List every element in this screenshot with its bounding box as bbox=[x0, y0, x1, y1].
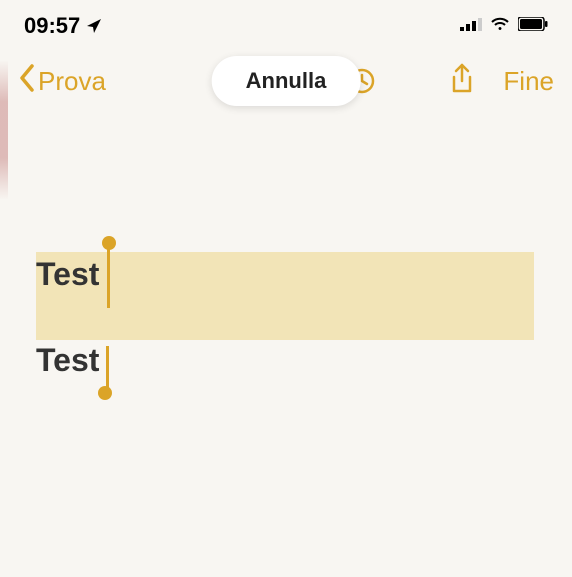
note-text-area[interactable]: Test Test bbox=[0, 114, 99, 381]
note-line-1: Test bbox=[36, 254, 99, 296]
selection-handle-end[interactable] bbox=[98, 346, 112, 400]
cancel-label: Annulla bbox=[246, 68, 327, 93]
status-right bbox=[460, 17, 548, 36]
wifi-icon bbox=[490, 17, 510, 36]
back-button[interactable]: Prova bbox=[18, 64, 106, 99]
location-arrow-icon bbox=[86, 18, 102, 34]
status-bar: 09:57 bbox=[0, 0, 572, 48]
cellular-signal-icon bbox=[460, 17, 482, 36]
done-button[interactable]: Fine bbox=[503, 66, 554, 97]
back-label: Prova bbox=[38, 66, 106, 97]
status-time: 09:57 bbox=[24, 13, 80, 39]
status-left: 09:57 bbox=[24, 13, 102, 39]
battery-icon bbox=[518, 17, 548, 36]
toolbar: Prova Annulla Fine bbox=[0, 48, 572, 114]
note-line-2: Test bbox=[36, 340, 99, 382]
toolbar-right: Fine bbox=[449, 63, 554, 100]
chevron-left-icon bbox=[18, 64, 36, 99]
cancel-button[interactable]: Annulla bbox=[212, 56, 361, 106]
share-icon[interactable] bbox=[449, 63, 475, 100]
selection-handle-start[interactable] bbox=[102, 236, 116, 308]
